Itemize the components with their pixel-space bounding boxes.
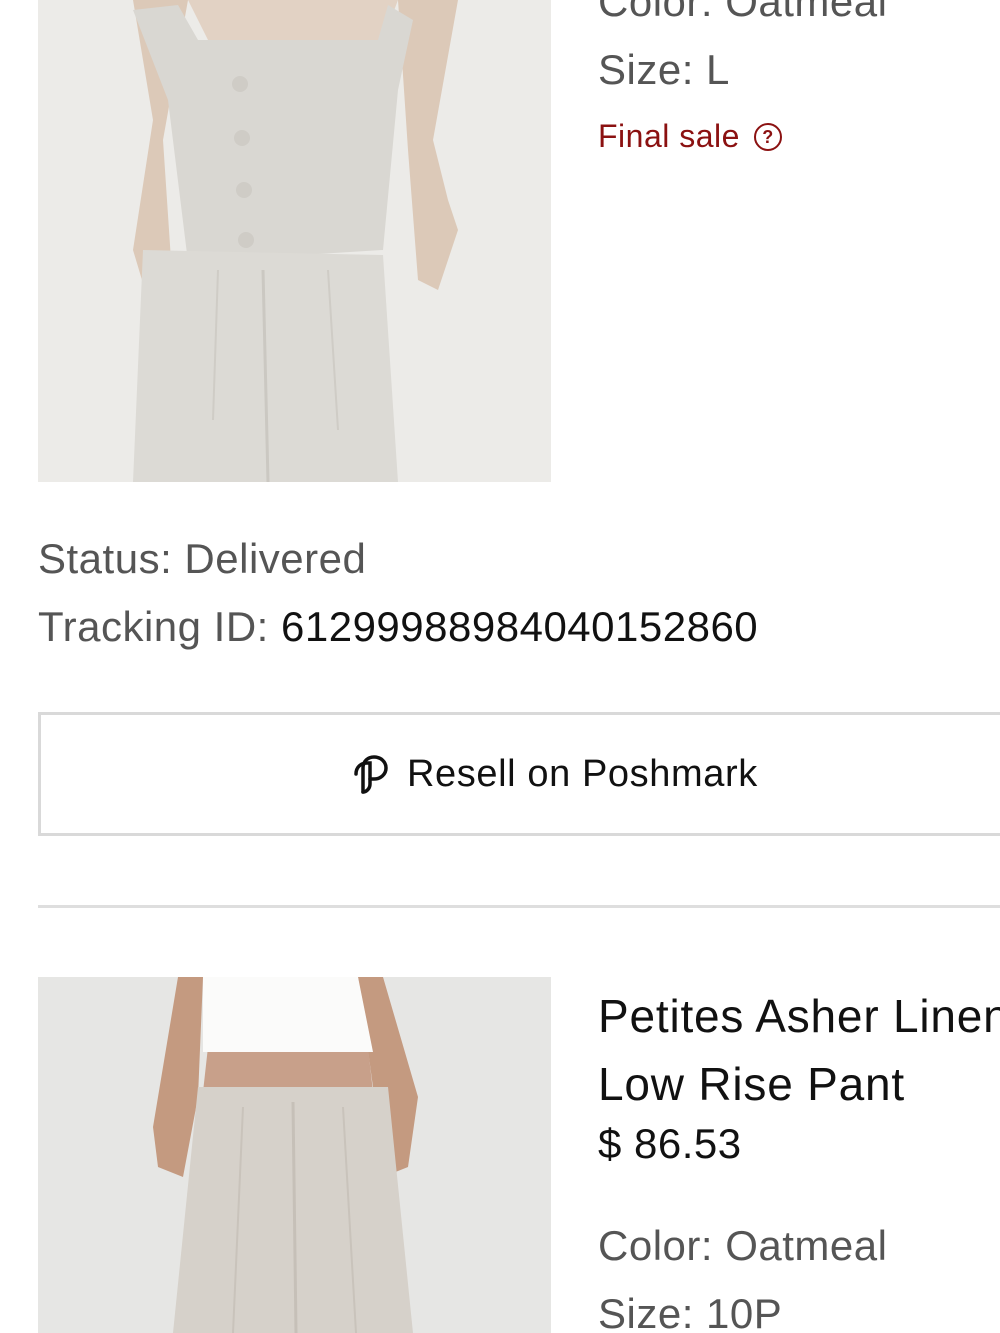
resell-on-poshmark-button[interactable]: Resell on Poshmark: [38, 712, 1000, 836]
status-value: Delivered: [184, 535, 367, 582]
item-divider: [38, 905, 1000, 908]
item2-color: Color: Oatmeal: [598, 1222, 887, 1270]
resell-label: Resell on Poshmark: [407, 752, 758, 795]
item2-title[interactable]: Petites Asher Linen Low Rise Pant: [598, 982, 1000, 1118]
item2-title-line2: Low Rise Pant: [598, 1058, 905, 1110]
final-sale-notice: Final sale ?: [598, 118, 782, 155]
product-photo-top: [38, 0, 551, 482]
final-sale-label: Final sale: [598, 118, 740, 154]
order-status: Status: Delivered: [38, 535, 366, 583]
question-circle-icon[interactable]: ?: [753, 122, 782, 151]
size-label: Size:: [598, 1290, 694, 1333]
color-label: Color:: [598, 0, 714, 25]
product-image-top[interactable]: [38, 0, 551, 482]
color-value: Oatmeal: [725, 0, 888, 25]
item2-price: $ 86.53: [598, 1120, 742, 1167]
color-value: Oatmeal: [725, 1222, 888, 1269]
status-label: Status:: [38, 535, 173, 582]
product-photo-bottom: [38, 977, 551, 1333]
product-image-bottom[interactable]: [38, 977, 551, 1333]
size-label: Size:: [598, 46, 694, 93]
tracking-number[interactable]: 61299988984040152860: [281, 603, 758, 650]
size-value: 10P: [706, 1290, 783, 1333]
item2-size: Size: 10P: [598, 1290, 782, 1333]
tracking-label: Tracking ID:: [38, 603, 269, 650]
size-value: L: [706, 46, 730, 93]
item2-title-line1: Petites Asher Linen: [598, 990, 1000, 1042]
item1-color: Color: Oatmeal: [598, 0, 887, 26]
color-label: Color:: [598, 1222, 714, 1269]
order-details-page: Color: Oatmeal Size: L Final sale ? Stat…: [0, 0, 1000, 1333]
tracking-id: Tracking ID: 61299988984040152860: [38, 603, 758, 651]
item1-size: Size: L: [598, 46, 730, 94]
poshmark-icon: [353, 754, 389, 794]
